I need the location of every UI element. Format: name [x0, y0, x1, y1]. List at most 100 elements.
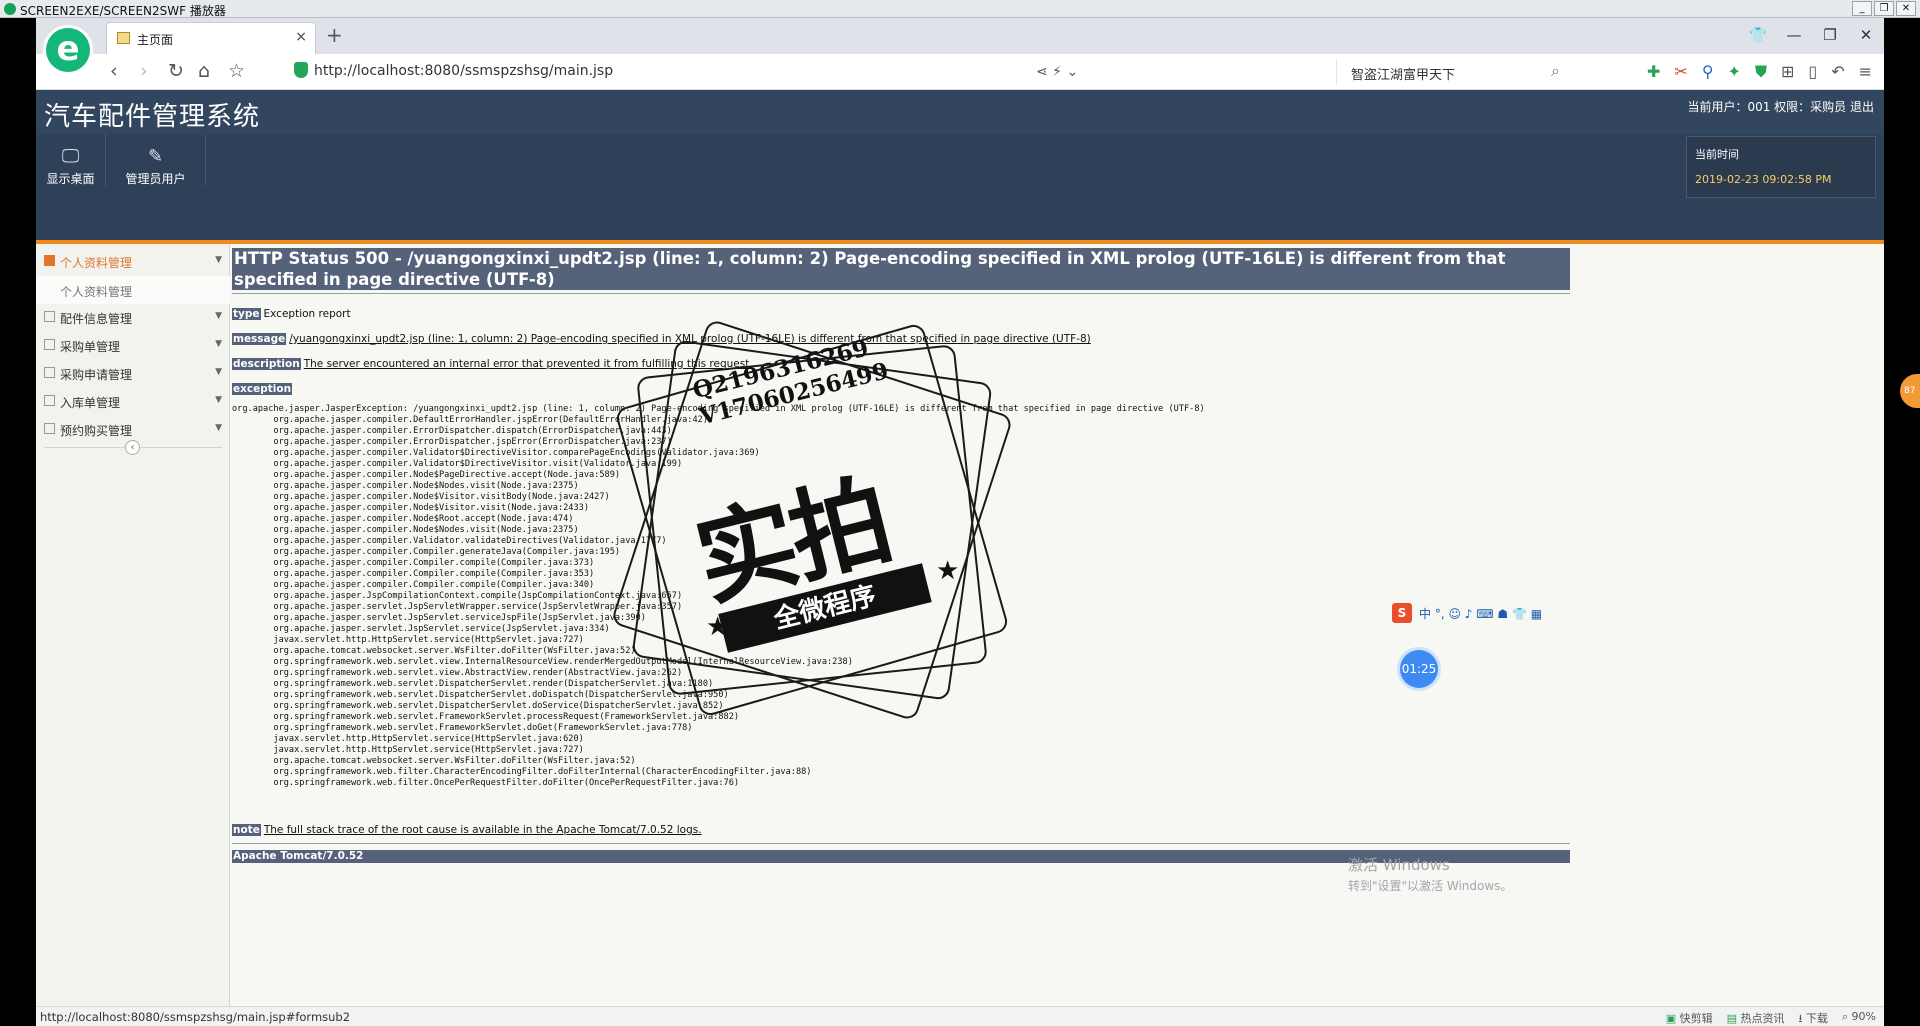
error-type: type Exception report: [232, 308, 351, 320]
status-news[interactable]: ▤ 热点资讯: [1727, 1010, 1785, 1026]
list-icon: [44, 311, 55, 322]
divider: [232, 293, 1570, 294]
nav-label: 管理员用户: [125, 172, 186, 186]
sidebar-item-purchase-order[interactable]: 采购单管理 ▼: [36, 332, 230, 360]
undo-icon[interactable]: ↶: [1831, 62, 1844, 82]
chevron-down-icon: ▼: [215, 255, 222, 265]
stack-line: org.apache.jasper.compiler.Validator$Dir…: [232, 448, 760, 458]
player-icon: [4, 3, 16, 15]
sidebar: 个人资料管理 ▼ 个人资料管理 配件信息管理 ▼ 采购单管理 ▼ 采购申请管理 …: [36, 244, 230, 1006]
nav-show-desktop[interactable]: 🖵 显示桌面: [36, 134, 106, 186]
sidebar-subitem-profile[interactable]: 个人资料管理: [36, 276, 230, 304]
stack-line: org.apache.jasper.compiler.Compiler.gene…: [232, 547, 621, 557]
stack-line: org.apache.jasper.JspCompilationContext.…: [232, 591, 683, 601]
stack-line: org.apache.jasper.servlet.JspServlet.ser…: [232, 613, 646, 623]
stack-line: org.apache.jasper.compiler.Validator.val…: [232, 536, 667, 546]
bookmark-star-icon[interactable]: ☆: [228, 60, 245, 82]
tab-label: 主页面: [137, 33, 174, 47]
back-icon[interactable]: ‹: [110, 60, 118, 82]
stack-line: org.apache.jasper.compiler.Node$Nodes.vi…: [232, 525, 579, 535]
tab-close-icon[interactable]: ×: [295, 29, 307, 45]
status-zoom[interactable]: ⌕ 90%: [1842, 1010, 1876, 1026]
nav-admin-user[interactable]: ✎ 管理员用户: [106, 134, 206, 186]
user-info[interactable]: 当前用户：001 权限：采购员 退出: [1687, 98, 1874, 115]
stack-line: javax.servlet.http.HttpServlet.service(H…: [232, 635, 584, 645]
shield-icon[interactable]: ⛊: [1755, 62, 1767, 82]
error-note: note The full stack trace of the root cau…: [232, 824, 702, 836]
extension-icons: ✚ ✂ ⚲ ✦ ⛊ ⊞ ▯ ↶ ≡: [1647, 62, 1872, 82]
tab-main[interactable]: 主页面 ×: [106, 22, 316, 54]
browser-toolbar: ‹ › ↻ ⌂ ☆ http://localhost:8080/ssmspzsh…: [36, 54, 1884, 90]
stack-trace: org.apache.jasper.JasperException: /yuan…: [232, 404, 1205, 789]
search-text: 智盗江湖富甲天下: [1351, 68, 1456, 83]
reload-icon[interactable]: ↻: [168, 60, 184, 82]
error-exception: exception: [232, 383, 295, 395]
minimize-icon[interactable]: _: [1852, 1, 1872, 16]
activate-subtitle: 转到"设置"以激活 Windows。: [1348, 879, 1513, 893]
browser-status-bar: http://localhost:8080/ssmspzshsg/main.js…: [36, 1006, 1884, 1026]
stack-line: org.apache.jasper.compiler.DefaultErrorH…: [232, 415, 708, 425]
nav-row: 🖵 显示桌面 ✎ 管理员用户 当前时间 2019-02-23 09:02:58 …: [36, 134, 1884, 240]
type-tag: type: [232, 308, 261, 320]
sidebar-item-purchase-request[interactable]: 采购申请管理 ▼: [36, 360, 230, 388]
close-icon[interactable]: ✕: [1896, 1, 1916, 16]
restore-window-icon[interactable]: ❐: [1812, 18, 1848, 54]
stack-line: org.apache.jasper.compiler.Node$Visitor.…: [232, 503, 589, 513]
sidebar-item-parts[interactable]: 配件信息管理 ▼: [36, 304, 230, 332]
error-content: HTTP Status 500 - /yuangongxinxi_updt2.j…: [232, 244, 1884, 984]
new-tab-icon[interactable]: +: [326, 23, 343, 47]
monitor-icon: 🖵: [61, 146, 80, 167]
close-window-icon[interactable]: ✕: [1848, 18, 1884, 54]
minimize-window-icon[interactable]: —: [1776, 18, 1812, 54]
web-page: 汽车配件管理系统 当前用户：001 权限：采购员 退出 🖵 显示桌面 ✎ 管理员…: [36, 90, 1884, 1006]
stack-line: javax.servlet.http.HttpServlet.service(H…: [232, 745, 584, 755]
restore-icon[interactable]: ❐: [1874, 1, 1894, 16]
player-title: SCREEN2EXE/SCREEN2SWF 播放器: [20, 4, 226, 18]
stack-line: org.apache.jasper.servlet.JspServletWrap…: [232, 602, 683, 612]
sidebar-item-label: 预约购买管理: [60, 424, 133, 438]
home-icon[interactable]: ⌂: [198, 60, 210, 82]
sidebar-item-profile[interactable]: 个人资料管理 ▼: [36, 248, 230, 276]
tab-strip: e 主页面 × + 👕 — ❐ ✕: [36, 18, 1884, 72]
menu-icon[interactable]: ≡: [1859, 62, 1872, 82]
scissors-icon[interactable]: ✂: [1674, 62, 1687, 82]
shirt-icon[interactable]: 👕: [1740, 18, 1776, 54]
address-bar[interactable]: http://localhost:8080/ssmspzshsg/main.js…: [294, 60, 1324, 84]
stack-line: org.apache.jasper.compiler.Compiler.comp…: [232, 580, 595, 590]
stack-line: org.springframework.web.servlet.Framewor…: [232, 723, 693, 733]
status-download[interactable]: ⭳ 下载: [1799, 1010, 1828, 1026]
status-url: http://localhost:8080/ssmspzshsg/main.js…: [40, 1010, 351, 1024]
note-tag: note: [232, 824, 261, 836]
search-icon[interactable]: ⌕: [1551, 61, 1560, 81]
stack-line: org.apache.jasper.compiler.Validator$Dir…: [232, 459, 683, 469]
address-url: http://localhost:8080/ssmspzshsg/main.js…: [314, 63, 614, 79]
stack-line: org.apache.jasper.compiler.ErrorDispatch…: [232, 437, 672, 447]
player-window-controls: _ ❐ ✕: [1852, 1, 1916, 16]
phone-icon[interactable]: ▯: [1808, 62, 1817, 82]
search-input[interactable]: 智盗江湖富甲天下 ⌕: [1336, 60, 1566, 84]
status-tools: ▣ 快剪辑 ▤ 热点资讯 ⭳ 下载 ⌕ 90%: [1666, 1010, 1876, 1026]
sidebar-item-stock-in[interactable]: 入库单管理 ▼: [36, 388, 230, 416]
stack-line: org.springframework.web.filter.Character…: [232, 767, 812, 777]
apps-icon[interactable]: ⊞: [1781, 62, 1794, 82]
forward-icon[interactable]: ›: [140, 60, 148, 82]
ime-icons[interactable]: 中 °, ☺ ♪ ⌨ ☗ 👕 ▦: [1419, 605, 1542, 622]
sidebar-item-label: 配件信息管理: [60, 312, 133, 326]
secure-shield-icon: [294, 62, 308, 78]
windows-activation-watermark: 激活 Windows 转到"设置"以激活 Windows。: [1348, 854, 1512, 894]
description-tag: description: [232, 358, 301, 370]
message-tag: message: [232, 333, 287, 345]
activate-title: 激活 Windows: [1348, 856, 1450, 874]
magnifier-icon[interactable]: ⚲: [1702, 62, 1714, 82]
sogou-ime-icon[interactable]: S: [1392, 603, 1412, 623]
collapse-arrow-icon[interactable]: ‹: [125, 440, 140, 455]
ime-toolbar[interactable]: S 中 °, ☺ ♪ ⌨ ☗ 👕 ▦: [1392, 602, 1584, 624]
pencil-icon: ✎: [147, 146, 164, 167]
floating-side-badge[interactable]: 87: [1900, 374, 1920, 408]
address-actions-icons[interactable]: ⋖ ⚡ ⌄: [1036, 64, 1078, 80]
recording-timer[interactable]: 01:25: [1400, 650, 1438, 688]
translate-icon[interactable]: ✚: [1647, 62, 1660, 82]
stack-line: org.apache.jasper.compiler.ErrorDispatch…: [232, 426, 672, 436]
game-icon[interactable]: ✦: [1728, 62, 1741, 82]
status-clip[interactable]: ▣ 快剪辑: [1666, 1010, 1713, 1026]
